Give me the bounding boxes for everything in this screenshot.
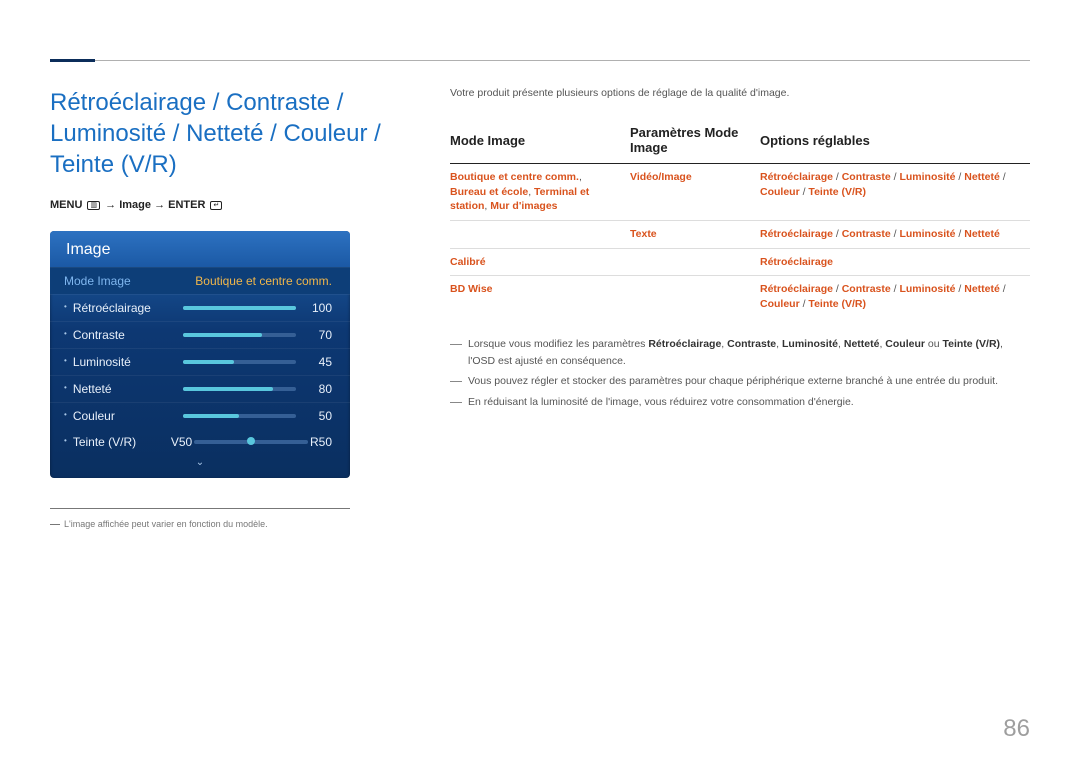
bullet-icon: •	[64, 383, 67, 392]
dash-icon	[450, 402, 462, 411]
osd-slider	[183, 414, 296, 418]
osd-slider	[183, 306, 296, 310]
bullet-icon: •	[64, 436, 67, 445]
th-options: Options réglables	[760, 119, 1030, 164]
osd-slider-row: • Netteté 80	[50, 375, 350, 402]
table-row: BD Wise Rétroéclairage / Contraste / Lumi…	[450, 276, 1030, 318]
intro-text: Votre produit présente plusieurs options…	[450, 87, 1030, 99]
cell-mode: Boutique et centre comm., Bureau et écol…	[450, 170, 618, 214]
bullet-icon: •	[64, 410, 67, 419]
osd-item-value: 100	[304, 301, 332, 315]
cell-options: Rétroéclairage / Contraste / Luminosité …	[760, 227, 1018, 242]
cell-options: Rétroéclairage / Contraste / Luminosité …	[760, 282, 1018, 311]
enter-icon: ↵	[210, 201, 222, 211]
note-text: Vous pouvez régler et stocker des paramè…	[468, 373, 998, 390]
osd-preview: Image Mode Image Boutique et centre comm…	[50, 231, 350, 478]
table-row: Calibré Rétroéclairage	[450, 248, 1030, 276]
osd-item-label: Luminosité	[73, 355, 183, 369]
footnote-small-text: L'image affichée peut varier en fonction…	[64, 519, 268, 529]
osd-slider-row: • Couleur 50	[50, 402, 350, 429]
th-param: Paramètres Mode Image	[630, 119, 760, 164]
osd-mode-value: Boutique et centre comm.	[174, 274, 332, 288]
note-row: Vous pouvez régler et stocker des paramè…	[450, 373, 1030, 390]
osd-item-value: 45	[304, 355, 332, 369]
options-table: Mode Image Paramètres Mode Image Options…	[450, 119, 1030, 318]
osd-tint-label: Teinte (V/R)	[73, 435, 171, 449]
osd-tint-right: R50	[310, 435, 332, 449]
note-row: Lorsque vous modifiez les paramètres Rét…	[450, 336, 1030, 370]
osd-slider	[183, 360, 296, 364]
cell-param: Vidéo/Image	[630, 170, 748, 185]
breadcrumb-image: Image	[119, 199, 151, 211]
page-number: 86	[1003, 715, 1030, 743]
note-text: En réduisant la luminosité de l'image, v…	[468, 394, 854, 411]
osd-tint-row: • Teinte (V/R) V50 R50	[50, 429, 350, 455]
osd-item-value: 80	[304, 382, 332, 396]
breadcrumb-arrow-2: →	[154, 199, 165, 211]
footnote-rule	[50, 508, 350, 509]
page-title: Rétroéclairage / Contraste / Luminosité …	[50, 87, 390, 181]
menu-icon: ▥	[87, 201, 100, 211]
osd-slider-row: • Rétroéclairage 100	[50, 294, 350, 321]
osd-item-label: Contraste	[73, 328, 183, 342]
breadcrumb-arrow-1: →	[105, 199, 116, 211]
table-row: Boutique et centre comm., Bureau et écol…	[450, 164, 1030, 221]
osd-mode-label: Mode Image	[64, 274, 174, 288]
osd-slider	[183, 387, 296, 391]
dash-icon	[450, 344, 462, 370]
osd-slider-row: • Contraste 70	[50, 321, 350, 348]
dash-icon	[450, 381, 462, 390]
cell-options: Rétroéclairage	[760, 255, 1018, 270]
osd-tint-left: V50	[171, 435, 192, 449]
osd-tint-bar	[194, 440, 308, 444]
osd-item-label: Rétroéclairage	[73, 301, 183, 315]
note-row: En réduisant la luminosité de l'image, v…	[450, 394, 1030, 411]
cell-mode: Calibré	[450, 255, 618, 270]
bullet-icon: •	[64, 302, 67, 311]
chevron-down-icon: ⌄	[50, 455, 350, 478]
osd-item-label: Couleur	[73, 409, 183, 423]
osd-slider	[183, 333, 296, 337]
bullet-icon: •	[64, 356, 67, 365]
osd-title: Image	[50, 231, 350, 267]
header-rule	[50, 60, 1030, 62]
osd-item-value: 70	[304, 328, 332, 342]
osd-mode-row: Mode Image Boutique et centre comm.	[50, 267, 350, 294]
note-text: Lorsque vous modifiez les paramètres Rét…	[468, 336, 1030, 370]
osd-slider-row: • Luminosité 45	[50, 348, 350, 375]
cell-param: Texte	[630, 227, 748, 242]
osd-item-value: 50	[304, 409, 332, 423]
cell-options: Rétroéclairage / Contraste / Luminosité …	[760, 170, 1018, 199]
cell-mode: BD Wise	[450, 282, 618, 297]
dash-icon	[50, 524, 60, 525]
table-row: Texte Rétroéclairage / Contraste / Lumino…	[450, 221, 1030, 249]
th-mode: Mode Image	[450, 119, 630, 164]
notes-list: Lorsque vous modifiez les paramètres Rét…	[450, 336, 1030, 411]
osd-item-label: Netteté	[73, 382, 183, 396]
osd-tint-thumb	[247, 437, 255, 445]
breadcrumb-menu: MENU	[50, 199, 82, 211]
breadcrumb-enter: ENTER	[168, 199, 205, 211]
footnote-small: L'image affichée peut varier en fonction…	[50, 519, 390, 529]
breadcrumb: MENU ▥ → Image → ENTER ↵	[50, 199, 390, 211]
bullet-icon: •	[64, 329, 67, 338]
